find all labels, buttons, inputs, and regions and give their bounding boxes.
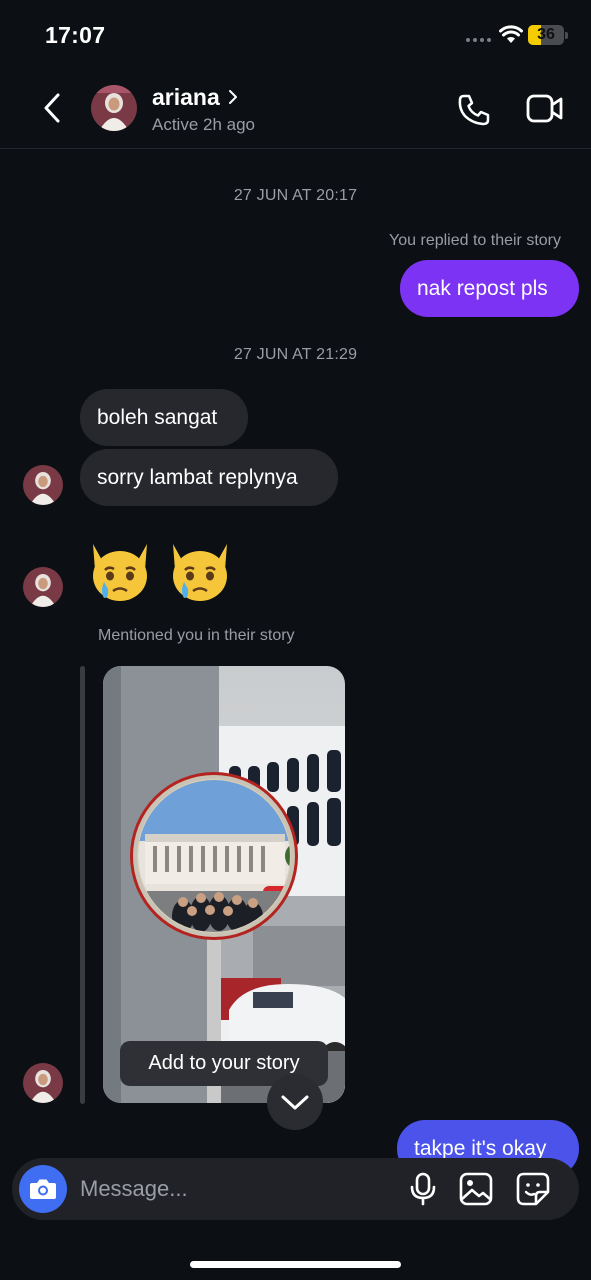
microphone-icon[interactable] [408, 1172, 438, 1206]
emoji-message[interactable]: 😿😿 [84, 530, 236, 611]
chevron-down-icon [281, 1095, 309, 1110]
contact-avatar[interactable] [91, 85, 137, 131]
story-reply-note: You replied to their story [389, 232, 561, 249]
contact-name[interactable]: ariana [152, 84, 220, 111]
gallery-icon[interactable] [459, 1172, 493, 1206]
video-camera-icon[interactable] [525, 92, 565, 126]
contact-status: Active 2h ago [152, 115, 256, 134]
contact-avatar-small[interactable] [23, 567, 63, 607]
chat-header: ariana Active 2h ago [0, 70, 591, 149]
outgoing-message[interactable]: nak repost pls [400, 260, 579, 317]
back-arrow-icon[interactable] [38, 90, 68, 126]
story-thumbnail[interactable] [103, 666, 345, 1103]
incoming-message[interactable]: sorry lambat replynya [80, 449, 338, 506]
camera-icon [30, 1179, 56, 1199]
home-indicator [190, 1261, 401, 1268]
phone-icon[interactable] [456, 92, 492, 128]
crying-cat-emoji-pair [93, 544, 227, 601]
battery-percent: 36 [537, 26, 555, 43]
message-timestamp: 27 JUN AT 20:17 [233, 187, 358, 204]
story-mention-note: Mentioned you in their story [98, 627, 295, 644]
camera-button[interactable] [19, 1165, 67, 1213]
signal-icon [466, 38, 491, 42]
battery-nub [565, 32, 568, 39]
chevron-right-icon[interactable] [227, 88, 239, 106]
contact-avatar-small[interactable] [23, 1063, 63, 1103]
scroll-to-bottom-button[interactable] [267, 1074, 323, 1130]
contact-avatar-small[interactable] [23, 465, 63, 505]
message-input[interactable] [80, 1158, 400, 1220]
sticker-icon[interactable] [516, 1172, 550, 1206]
wifi-icon [499, 25, 523, 43]
message-composer [12, 1158, 579, 1220]
incoming-message[interactable]: boleh sangat [80, 389, 248, 446]
battery-icon: 36 [528, 25, 564, 45]
message-timestamp: 27 JUN AT 21:29 [233, 346, 358, 363]
status-bar: 17:07 36 [0, 0, 591, 70]
story-quote-bar [80, 666, 85, 1104]
status-time: 17:07 [45, 22, 106, 48]
